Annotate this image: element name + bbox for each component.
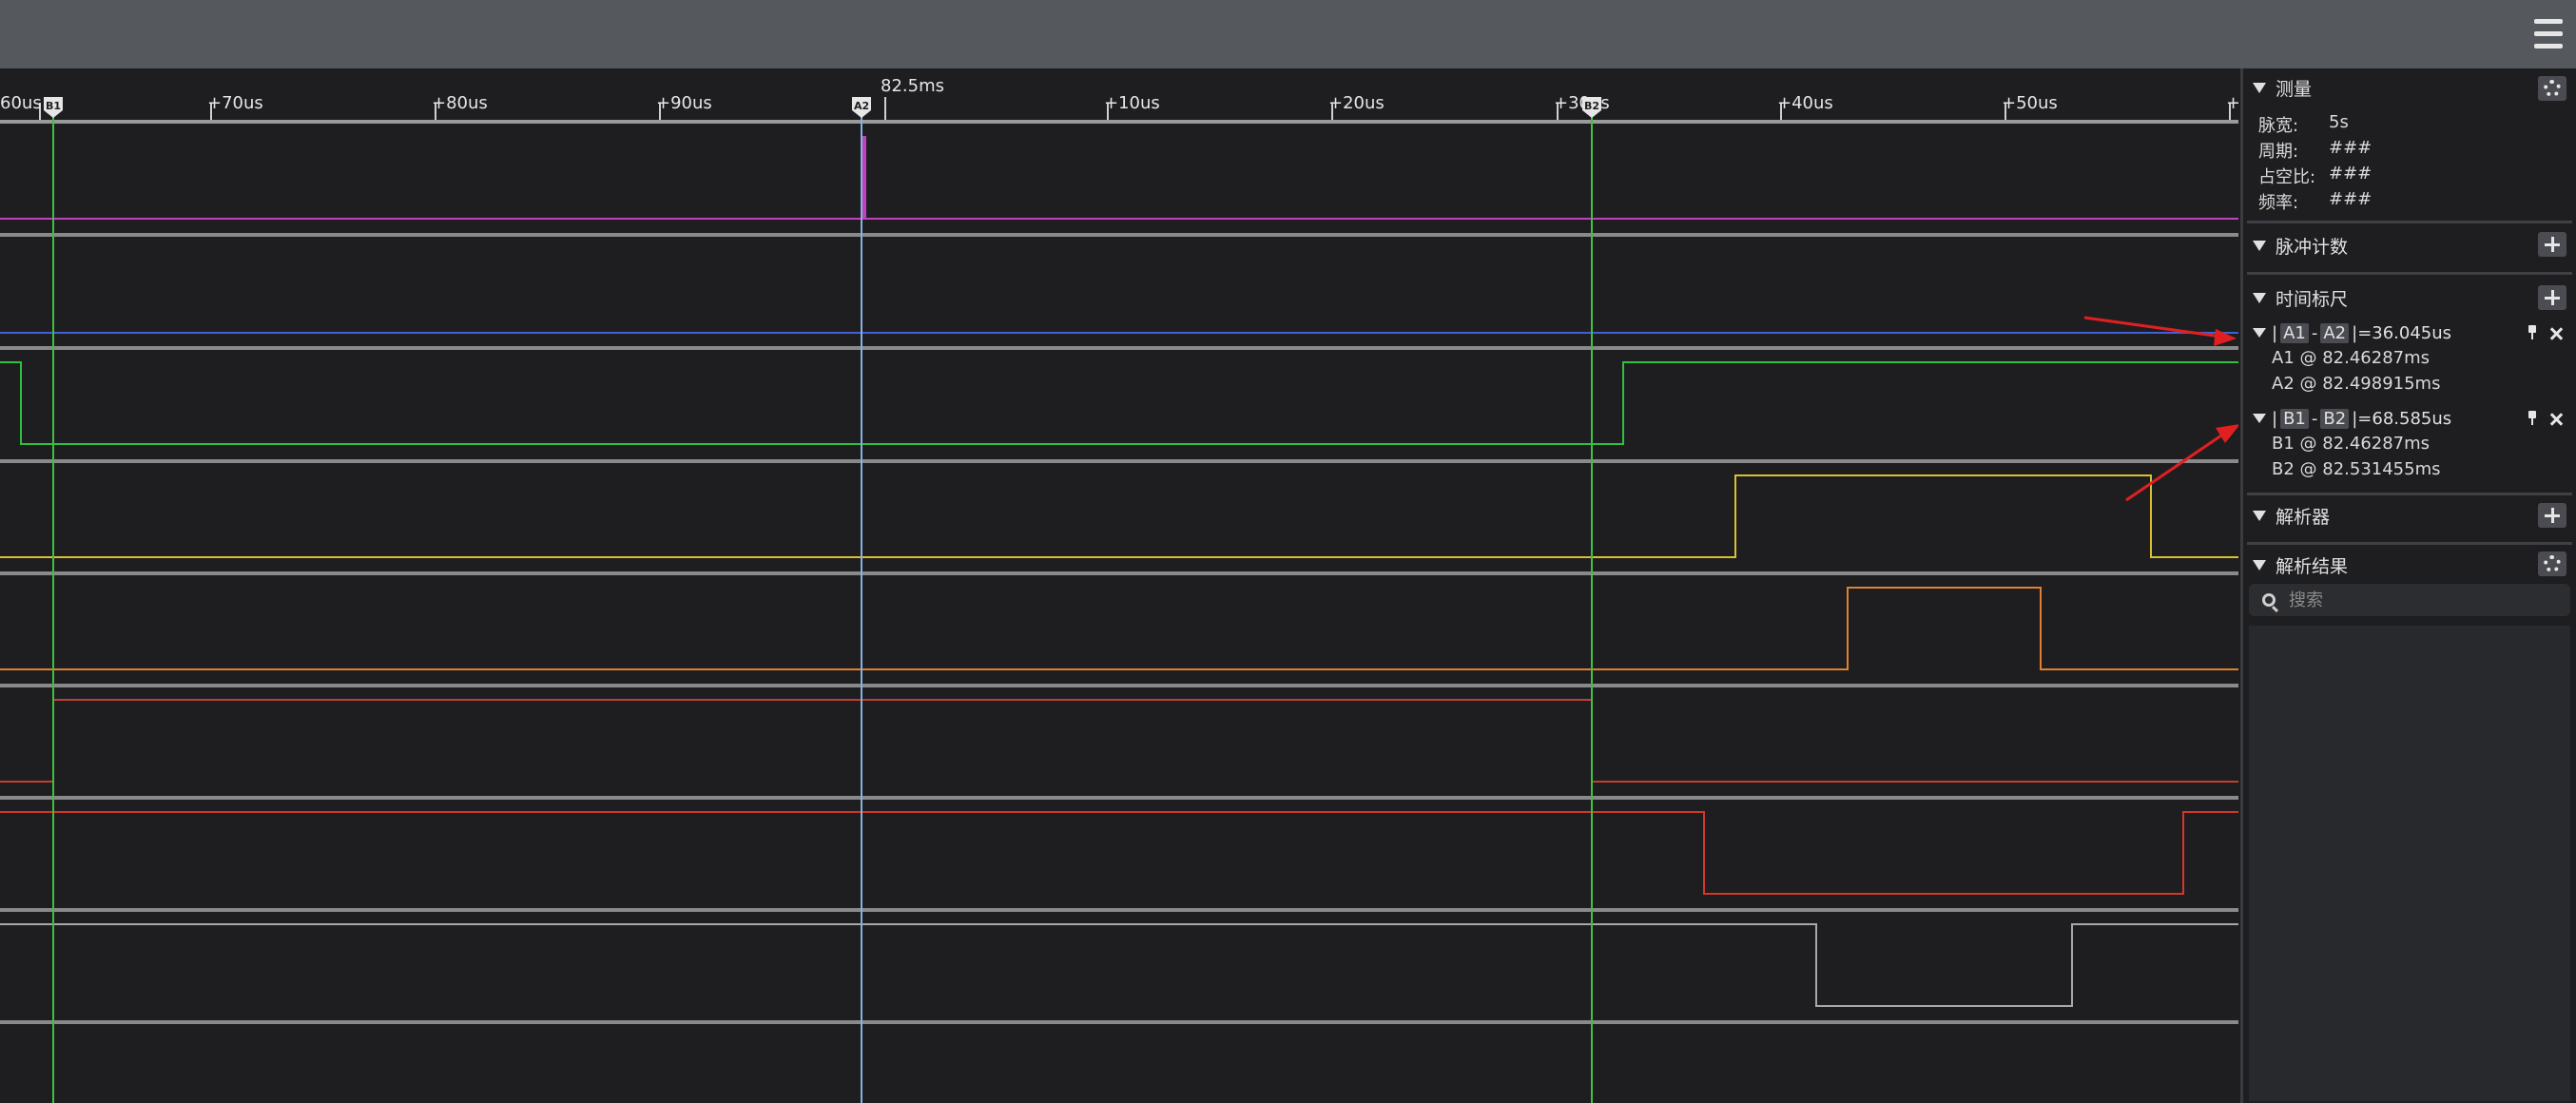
collapse-triangle-icon[interactable] (2253, 510, 2266, 521)
gear-icon (2544, 555, 2561, 572)
decoder-title: 解析器 (2276, 506, 2331, 528)
cursor-b1-marker[interactable]: B1 (44, 97, 63, 118)
side-panel: 测量 脉宽: 5s 周期: ### 占空比: ### 频率: ### 脉冲计数 (2240, 68, 2576, 1103)
tick-label: + (2226, 93, 2238, 113)
channel-4-waveform (0, 587, 2238, 670)
ruler-b1-position: B1 @ 82.46287ms (2272, 434, 2431, 454)
add-decoder-button[interactable] (2538, 503, 2566, 528)
ruler-dash: - (2311, 408, 2318, 429)
measure-section-header[interactable]: 测量 (2253, 74, 2312, 101)
tick-label: +10us (1104, 93, 1160, 113)
waveform-view[interactable]: 60us +70us +80us +90us +10us +20us +30us… (0, 68, 2238, 1103)
ruler-cursor-b1: B1 (2280, 408, 2309, 429)
measure-key: 脉宽: (2258, 116, 2299, 136)
measure-settings-button[interactable] (2538, 76, 2566, 101)
close-icon[interactable] (2549, 413, 2563, 426)
channel-7-waveform (0, 923, 2238, 1007)
measure-key: 占空比: (2258, 167, 2316, 187)
decoder-section-header[interactable]: 解析器 (2253, 502, 2330, 529)
measure-key: 频率: (2258, 193, 2299, 213)
pin-icon[interactable] (2527, 411, 2538, 426)
decode-results-settings-button[interactable] (2538, 552, 2566, 576)
time-ruler-title: 时间标尺 (2276, 288, 2349, 310)
tick-label: +80us (432, 93, 488, 113)
cursor-b2-tag: B2 (1584, 100, 1599, 112)
decode-results-title: 解析结果 (2276, 555, 2349, 577)
ruler-a1-position: A1 @ 82.46287ms (2272, 348, 2431, 368)
ruler-cursor-a2: A2 (2320, 322, 2350, 343)
add-time-ruler-button[interactable] (2538, 285, 2566, 310)
tick-label: +70us (207, 93, 263, 113)
collapse-triangle-icon[interactable] (2253, 240, 2266, 251)
measure-value: 5s (2329, 112, 2349, 132)
collapse-triangle-icon[interactable] (2253, 559, 2266, 571)
collapse-triangle-icon[interactable] (2253, 292, 2266, 303)
search-input[interactable] (2289, 590, 2555, 610)
cursor-b2-marker[interactable]: B2 (1582, 97, 1601, 118)
ruler-delta: =36.045us (2357, 322, 2452, 343)
cursor-a2-marker[interactable]: A2 (852, 97, 871, 118)
tick-label: +20us (1328, 93, 1385, 113)
measure-row-pulse-width: 脉宽: 5s (2258, 112, 2349, 137)
close-icon[interactable] (2549, 327, 2563, 340)
pulse-count-title: 脉冲计数 (2276, 236, 2349, 258)
measure-row-frequency: 频率: ### (2258, 189, 2372, 214)
ruler-delta: =68.585us (2357, 408, 2452, 429)
menu-icon[interactable] (2534, 17, 2563, 51)
section-divider (2247, 493, 2572, 495)
channel-6-waveform (0, 811, 2238, 895)
collapse-triangle-icon[interactable] (2253, 328, 2266, 338)
tick-label: +40us (1777, 93, 1833, 113)
cursor-b1-tag: B1 (46, 100, 61, 112)
ruler-bar: | (2272, 322, 2278, 343)
channel-2-waveform (0, 361, 2238, 445)
decode-results-section-header[interactable]: 解析结果 (2253, 552, 2348, 578)
channel-separators (0, 233, 2238, 1024)
channel-0-waveform (0, 136, 2238, 220)
search-icon (2262, 593, 2276, 607)
tick-label: +50us (2002, 93, 2058, 113)
measure-value: ### (2329, 138, 2373, 158)
section-divider (2247, 542, 2572, 545)
cursor-a2-tag: A2 (854, 100, 869, 112)
section-divider (2247, 272, 2572, 275)
channel-3-waveform (0, 474, 2238, 558)
ruler-a2-position: A2 @ 82.498915ms (2272, 374, 2441, 394)
top-toolbar (0, 0, 2576, 68)
ruler-cursor-a1: A1 (2280, 322, 2309, 343)
add-pulse-count-button[interactable] (2538, 232, 2566, 257)
measure-value: ### (2329, 189, 2373, 209)
tick-label: +90us (656, 93, 712, 113)
pulse-count-section-header[interactable]: 脉冲计数 (2253, 232, 2348, 259)
section-divider (2247, 221, 2572, 223)
time-ruler-a[interactable]: | A1 - A2 | =36.045us (2253, 319, 2451, 346)
measure-row-period: 周期: ### (2258, 138, 2372, 163)
tick-label: 60us (0, 93, 42, 113)
measure-row-duty-cycle: 占空比: ### (2258, 164, 2372, 188)
ruler-cursor-b2: B2 (2320, 408, 2350, 429)
measure-key: 周期: (2258, 142, 2299, 162)
ruler-bar: | (2272, 408, 2278, 429)
time-ruler-section-header[interactable]: 时间标尺 (2253, 284, 2348, 311)
gear-icon (2544, 80, 2561, 97)
ruler-b2-position: B2 @ 82.531455ms (2272, 459, 2441, 479)
time-center-label: 82.5ms (881, 76, 944, 96)
waveform-canvas[interactable]: 60us +70us +80us +90us +10us +20us +30us… (0, 68, 2238, 1103)
pin-icon[interactable] (2527, 325, 2538, 340)
collapse-triangle-icon[interactable] (2253, 414, 2266, 423)
time-ruler-b[interactable]: | B1 - B2 | =68.585us (2253, 405, 2451, 432)
decode-results-list[interactable] (2249, 626, 2570, 1101)
collapse-triangle-icon[interactable] (2253, 82, 2266, 93)
measure-value: ### (2329, 164, 2373, 184)
channel-5-waveform (0, 699, 2238, 783)
decode-results-search[interactable] (2249, 584, 2570, 616)
ruler-dash: - (2311, 322, 2318, 343)
measure-title: 测量 (2276, 78, 2313, 100)
